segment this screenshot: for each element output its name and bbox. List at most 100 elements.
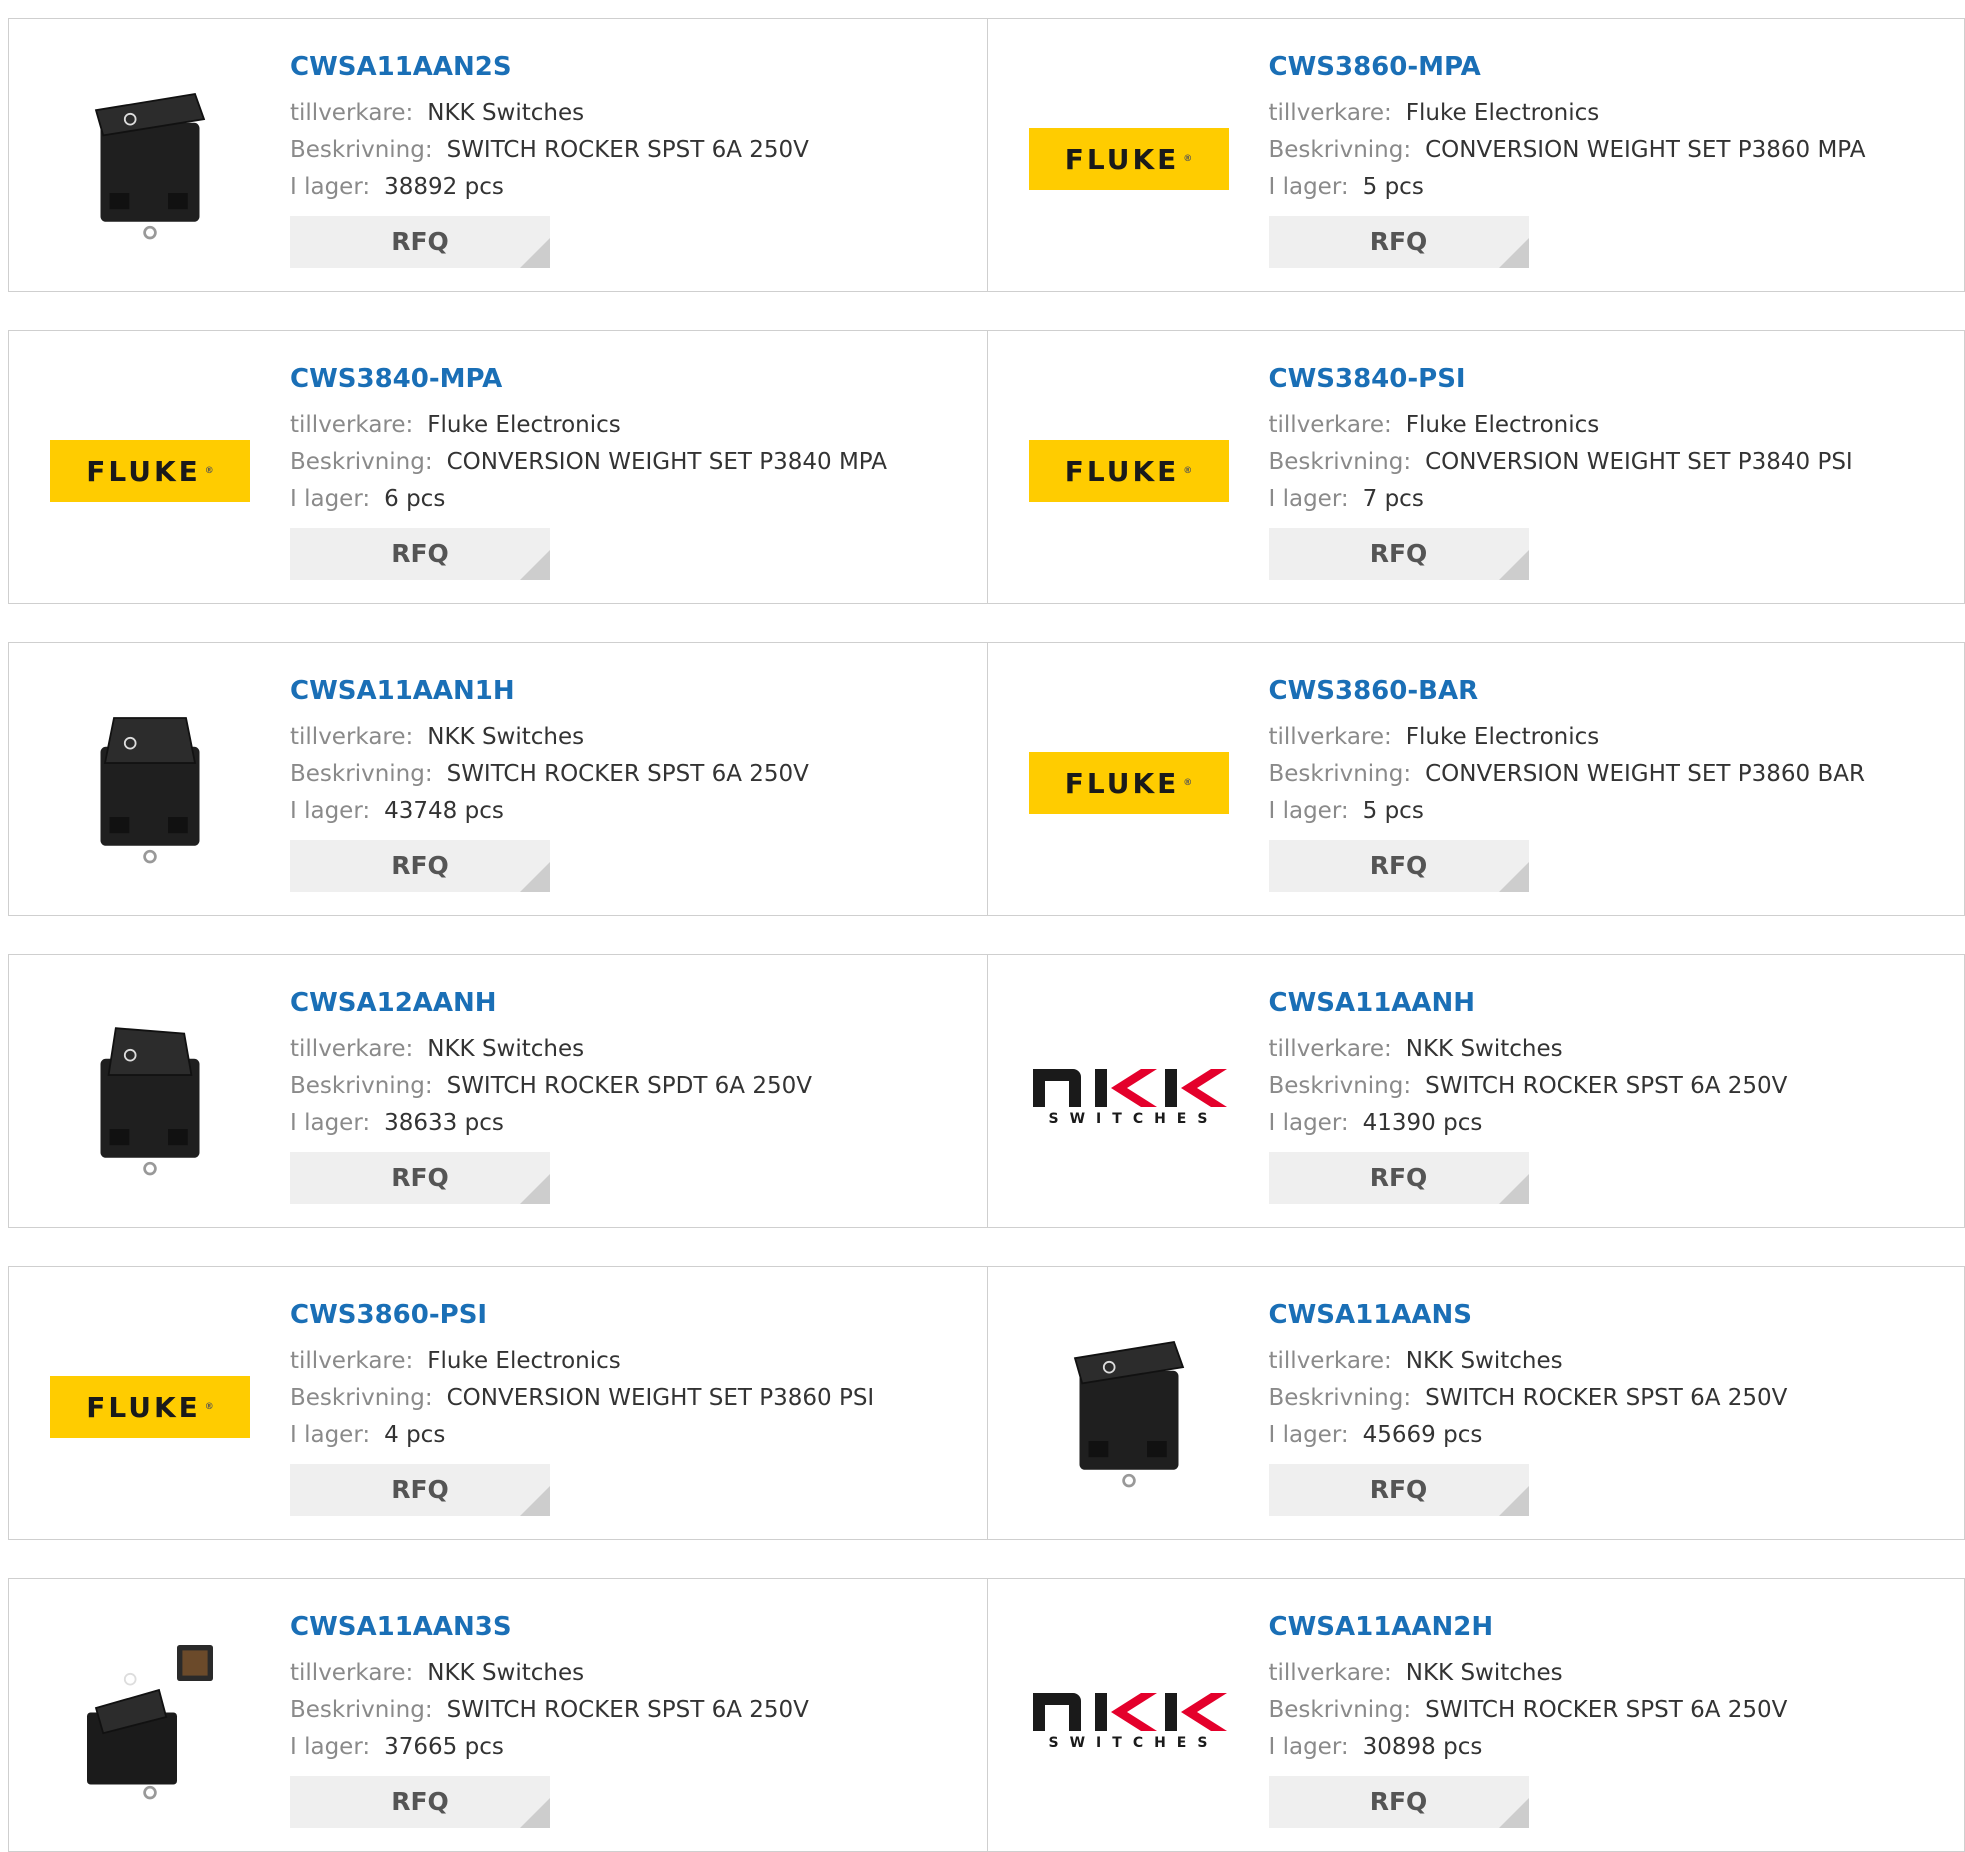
description-value: SWITCH ROCKER SPST 6A 250V: [446, 1697, 809, 1723]
rfq-button[interactable]: RFQ: [290, 1776, 550, 1828]
product-thumbnail[interactable]: FLUKE ®: [1028, 371, 1229, 571]
description-label: Beskrivning:: [290, 449, 433, 475]
stock-value: 7 pcs: [1362, 486, 1424, 512]
description-value: CONVERSION WEIGHT SET P3860 BAR: [1425, 761, 1865, 787]
product-thumbnail[interactable]: FLUKE ®: [1028, 683, 1229, 883]
product-card: FLUKE ® CWS3840-MPA tillverkare: Fluke Elect…: [9, 331, 987, 603]
rocker-switch-image[interactable]: [60, 993, 240, 1197]
manufacturer-value: Fluke Electronics: [1405, 412, 1600, 438]
product-thumbnail[interactable]: [50, 1619, 250, 1819]
product-info: CWS3840-PSI tillverkare: Fluke Electronics…: [1268, 361, 1955, 580]
rfq-button[interactable]: RFQ: [1268, 1776, 1529, 1828]
product-card: FLUKE ® CWS3860-MPA tillverkare: Fluke Elect…: [986, 19, 1965, 291]
rfq-button[interactable]: RFQ: [290, 1464, 550, 1516]
fluke-logo-text: FLUKE: [86, 454, 201, 488]
manufacturer-value: NKK Switches: [427, 1036, 585, 1062]
rfq-button[interactable]: RFQ: [1268, 1464, 1529, 1516]
stock-value: 4 pcs: [384, 1422, 446, 1448]
part-number-link[interactable]: CWS3860-BAR: [1269, 673, 1955, 709]
product-info: CWS3860-MPA tillverkare: Fluke Electronics…: [1268, 49, 1955, 268]
description-label: Beskrivning:: [1268, 1385, 1412, 1411]
product-info: CWSA11AAN3S tillverkare: NKK Switches Beskr…: [290, 1609, 977, 1828]
product-thumbnail[interactable]: SWITCHES: [1029, 1619, 1229, 1819]
part-number-link[interactable]: CWS3860-MPA: [1269, 49, 1955, 85]
part-number-link[interactable]: CWSA11AAN2S: [290, 49, 977, 85]
description-value: SWITCH ROCKER SPST 6A 250V: [446, 761, 809, 787]
product-row: CWSA11AAN3S tillverkare: NKK Switches Beskr…: [8, 1578, 1965, 1852]
part-number-link[interactable]: CWSA12AANH: [290, 985, 977, 1021]
product-row: CWSA11AAN2S tillverkare: NKK Switches Beskr…: [8, 18, 1965, 292]
rfq-label: RFQ: [391, 539, 449, 568]
product-thumbnail[interactable]: SWITCHES: [1029, 995, 1229, 1195]
product-info: CWSA11AANS tillverkare: NKK Switches Beskri…: [1268, 1297, 1955, 1516]
product-card: FLUKE ® CWS3860-BAR tillverkare: Fluke Elect…: [986, 643, 1965, 915]
stock-label: I lager:: [1268, 798, 1349, 824]
rfq-button[interactable]: RFQ: [1268, 528, 1529, 580]
stock-label: I lager:: [1268, 1734, 1349, 1760]
fluke-reg-mark: ®: [1183, 466, 1193, 476]
manufacturer-line: tillverkare: NKK Switches: [290, 95, 977, 132]
description-line: Beskrivning: SWITCH ROCKER SPDT 6A 250V: [290, 1068, 977, 1105]
description-label: Beskrivning:: [1268, 137, 1412, 163]
product-card: CWSA12AANH tillverkare: NKK Switches Beskri…: [9, 955, 987, 1227]
stock-label: I lager:: [1268, 174, 1349, 200]
rocker-switch-image[interactable]: [1039, 1305, 1219, 1509]
part-number-link[interactable]: CWSA11AAN2H: [1269, 1609, 1955, 1645]
part-number-link[interactable]: CWS3840-MPA: [290, 361, 977, 397]
nkk-logo: SWITCHES: [1029, 1063, 1229, 1127]
description-line: Beskrivning: CONVERSION WEIGHT SET P3860 …: [1269, 132, 1955, 169]
rfq-button[interactable]: RFQ: [290, 1152, 550, 1204]
product-thumbnail[interactable]: FLUKE ®: [50, 371, 250, 571]
rfq-button[interactable]: RFQ: [1268, 840, 1529, 892]
fluke-reg-mark: ®: [204, 1402, 214, 1412]
part-number-link[interactable]: CWSA11AANS: [1269, 1297, 1955, 1333]
manufacturer-value: NKK Switches: [1405, 1036, 1563, 1062]
part-number-link[interactable]: CWS3860-PSI: [290, 1297, 977, 1333]
manufacturer-label: tillverkare:: [290, 1348, 414, 1374]
manufacturer-label: tillverkare:: [1268, 1660, 1392, 1686]
stock-value: 38892 pcs: [384, 174, 504, 200]
stock-line: I lager: 5 pcs: [1269, 169, 1955, 206]
product-thumbnail[interactable]: FLUKE ®: [1028, 59, 1229, 259]
fluke-logo: FLUKE ®: [50, 440, 250, 502]
rfq-button[interactable]: RFQ: [290, 216, 550, 268]
fluke-logo-text: FLUKE: [1064, 454, 1180, 488]
product-thumbnail[interactable]: [1029, 1307, 1229, 1507]
rocker-switch-image[interactable]: [60, 57, 240, 261]
rfq-corner-decoration: [1498, 862, 1529, 892]
part-number-link[interactable]: CWSA11AANH: [1269, 985, 1955, 1021]
part-number-link[interactable]: CWSA11AAN3S: [290, 1609, 977, 1645]
stock-line: I lager: 38633 pcs: [290, 1105, 977, 1142]
manufacturer-value: Fluke Electronics: [1405, 100, 1600, 126]
fluke-reg-mark: ®: [1183, 154, 1193, 164]
rfq-button[interactable]: RFQ: [290, 840, 550, 892]
fluke-logo: FLUKE ®: [1028, 440, 1229, 502]
product-thumbnail[interactable]: [50, 995, 250, 1195]
product-thumbnail[interactable]: FLUKE ®: [50, 1307, 250, 1507]
stock-label: I lager:: [290, 1110, 371, 1136]
manufacturer-line: tillverkare: Fluke Electronics: [1269, 95, 1955, 132]
manufacturer-label: tillverkare:: [1268, 100, 1392, 126]
rocker-switch-image[interactable]: [60, 681, 240, 885]
stock-label: I lager:: [1268, 1422, 1349, 1448]
product-thumbnail[interactable]: [50, 683, 250, 883]
product-info: CWSA12AANH tillverkare: NKK Switches Beskri…: [290, 985, 977, 1204]
stock-line: I lager: 38892 pcs: [290, 169, 977, 206]
stock-value: 6 pcs: [384, 486, 446, 512]
manufacturer-value: NKK Switches: [427, 724, 585, 750]
manufacturer-line: tillverkare: Fluke Electronics: [290, 407, 977, 444]
stock-value: 30898 pcs: [1362, 1734, 1483, 1760]
description-value: SWITCH ROCKER SPST 6A 250V: [446, 137, 809, 163]
product-thumbnail[interactable]: [50, 59, 250, 259]
part-number-link[interactable]: CWS3840-PSI: [1269, 361, 1955, 397]
rfq-corner-decoration: [520, 1798, 550, 1828]
rocker-switch-image[interactable]: [60, 1617, 240, 1821]
rfq-button[interactable]: RFQ: [1268, 1152, 1529, 1204]
rfq-button[interactable]: RFQ: [1268, 216, 1529, 268]
description-value: SWITCH ROCKER SPST 6A 250V: [1425, 1073, 1788, 1099]
description-value: SWITCH ROCKER SPST 6A 250V: [1425, 1385, 1788, 1411]
rfq-corner-decoration: [1498, 1798, 1529, 1828]
part-number-link[interactable]: CWSA11AAN1H: [290, 673, 977, 709]
rfq-button[interactable]: RFQ: [290, 528, 550, 580]
rfq-label: RFQ: [1369, 851, 1428, 880]
